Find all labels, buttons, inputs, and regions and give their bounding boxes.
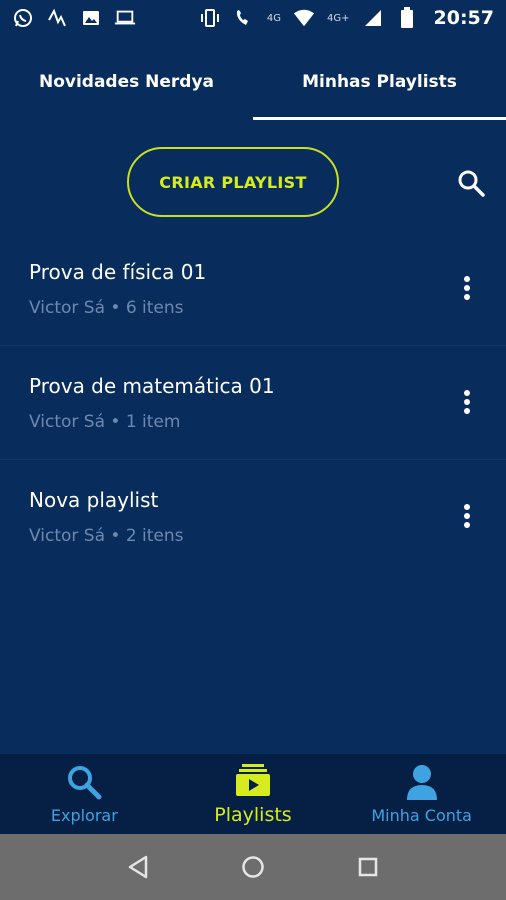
playlist-title: Prova de matemática 01 [29, 374, 275, 398]
nav-label: Explorar [50, 805, 118, 825]
tab-label: Minhas Playlists [302, 72, 457, 92]
status-right: 4G 4G+ 20:57 [199, 7, 494, 29]
search-icon [65, 764, 103, 800]
tab-bar: Novidades Nerdya Minhas Playlists [0, 50, 506, 120]
network-label-secondary: 4G+ [327, 12, 350, 24]
status-left [12, 7, 136, 29]
signal-icon [362, 7, 384, 29]
list-item[interactable]: Nova playlist Victor Sá • 2 itens [0, 460, 506, 574]
create-playlist-label: CRIAR PLAYLIST [159, 172, 307, 192]
nav-label: Playlists [214, 804, 292, 826]
playlist-subtitle: Victor Sá • 6 itens [29, 298, 184, 318]
playlist-subtitle: Victor Sá • 1 item [29, 412, 181, 432]
list-item[interactable]: Prova de matemática 01 Victor Sá • 1 ite… [0, 346, 506, 460]
playlist-title: Prova de física 01 [29, 260, 207, 284]
more-options-icon[interactable] [455, 272, 479, 304]
more-options-icon[interactable] [455, 386, 479, 418]
whatsapp-icon [12, 7, 34, 29]
nav-label: Minha Conta [371, 805, 472, 825]
playlist-subtitle: Victor Sá • 2 itens [29, 526, 184, 546]
wifi-icon [293, 7, 315, 29]
actions-row: CRIAR PLAYLIST [0, 145, 506, 219]
laptop-icon [114, 7, 136, 29]
home-icon[interactable] [238, 852, 268, 882]
clock: 20:57 [433, 7, 494, 29]
vibrate-icon [199, 7, 221, 29]
battery-icon [396, 7, 418, 29]
image-icon [80, 7, 102, 29]
playlist-list: Prova de física 01 Victor Sá • 6 itens P… [0, 232, 506, 574]
user-icon [403, 764, 441, 800]
nav-playlists[interactable]: Playlists [169, 754, 338, 834]
nav-explorar[interactable]: Explorar [0, 754, 169, 834]
network-label-primary: 4G [266, 12, 282, 24]
system-nav-bar [0, 834, 506, 900]
search-icon[interactable] [455, 167, 487, 199]
tab-label: Novidades Nerdya [38, 72, 215, 92]
list-item[interactable]: Prova de física 01 Victor Sá • 6 itens [0, 232, 506, 346]
tab-minhas-playlists[interactable]: Minhas Playlists [253, 50, 506, 120]
bottom-nav: Explorar Playlists Minha Conta [0, 754, 506, 834]
activity-icon [46, 7, 68, 29]
tab-novidades[interactable]: Novidades Nerdya [0, 50, 253, 120]
playlists-icon [234, 762, 272, 798]
create-playlist-button[interactable]: CRIAR PLAYLIST [127, 147, 339, 217]
recents-icon[interactable] [353, 852, 383, 882]
wifi-call-icon [233, 7, 255, 29]
nav-minha-conta[interactable]: Minha Conta [337, 754, 506, 834]
more-options-icon[interactable] [455, 500, 479, 532]
status-bar: 4G 4G+ 20:57 [0, 0, 506, 36]
back-icon[interactable] [123, 852, 153, 882]
playlist-title: Nova playlist [29, 488, 159, 512]
